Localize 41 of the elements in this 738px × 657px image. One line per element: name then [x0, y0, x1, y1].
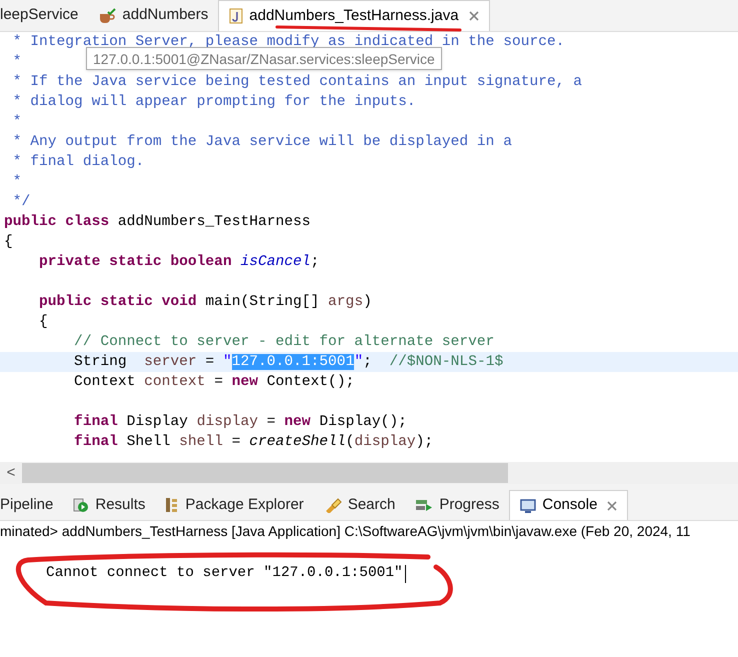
progress-icon: [415, 497, 434, 513]
view-tab[interactable]: Pipeline: [0, 490, 64, 520]
code-line: * If the Java service being tested contains an input signature, a: [12, 73, 582, 92]
close-icon[interactable]: [468, 11, 479, 21]
view-tab[interactable]: Progress: [405, 490, 510, 520]
results-icon: [73, 497, 90, 513]
code-line: *: [12, 173, 22, 192]
editor-tab[interactable]: leepService: [0, 0, 88, 31]
code-line: final Display display = new Display();: [73, 413, 407, 432]
cup-icon: [98, 8, 116, 24]
code-line: {: [4, 233, 13, 252]
code-line: public class addNumbers_TestHarness: [4, 213, 311, 232]
code-line: // Connect to server - edit for alternate server: [73, 333, 494, 352]
java-file-icon: [229, 8, 244, 24]
text-cursor: [404, 564, 406, 583]
scrollbar-thumb[interactable]: [22, 463, 508, 483]
editor-tab[interactable]: addNumbers_TestHarness.java: [218, 0, 490, 31]
code-line: */: [12, 193, 30, 212]
code-line: String server = "127.0.0.1:5001"; //$NON-NLS-1$: [73, 353, 504, 372]
code-line: * Any output from the Java service will be displayed in a: [12, 133, 512, 152]
monitor-icon: [520, 498, 536, 514]
code-line: final Shell shell = createShell(display);: [73, 433, 434, 452]
code-line: *: [12, 113, 22, 132]
view-tab[interactable]: Search: [314, 490, 406, 520]
tooltip: 127.0.0.1:5001@ZNasar/ZNasar.services:sleepService: [86, 47, 442, 70]
console-output: Cannot connect to server "127.0.0.1:5001": [46, 564, 403, 583]
view-tab[interactable]: Console: [509, 490, 628, 520]
code-line: public static void main(String[] args): [38, 293, 372, 312]
flashlight-icon: [324, 497, 342, 513]
code-line: * final dialog.: [12, 153, 144, 172]
code-line: private static boolean isCancel;: [38, 253, 320, 272]
view-tab[interactable]: Results: [63, 490, 156, 520]
view-tab[interactable]: Package Explorer: [155, 490, 314, 520]
code-line: {: [38, 313, 48, 332]
code-line: *: [12, 53, 22, 72]
code-line: * dialog will appear prompting for the inputs.: [12, 93, 416, 112]
code-line: Context context = new Context();: [73, 373, 354, 392]
close-icon[interactable]: [607, 500, 618, 510]
package-icon: [165, 497, 180, 513]
scroll-left-button[interactable]: <: [0, 462, 22, 484]
editor-tab[interactable]: addNumbers: [88, 0, 218, 31]
